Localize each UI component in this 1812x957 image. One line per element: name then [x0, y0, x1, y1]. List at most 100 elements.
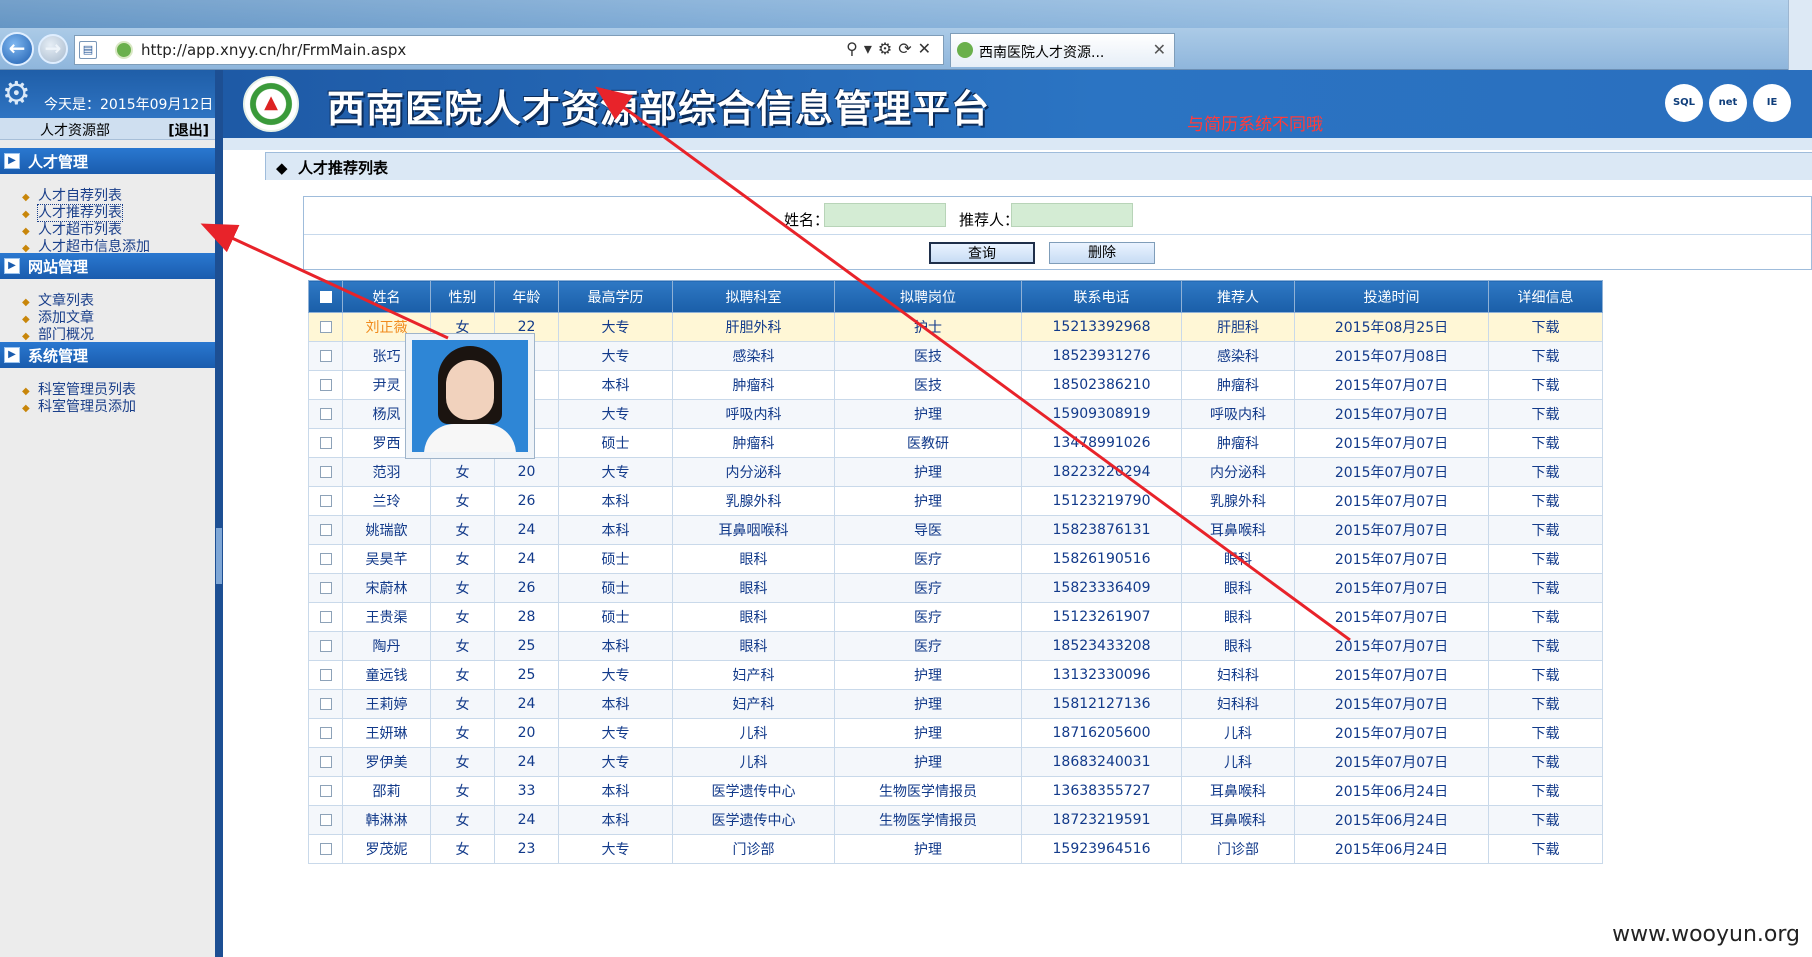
- row-checkbox[interactable]: [319, 843, 332, 855]
- cell-details[interactable]: 下载: [1488, 689, 1603, 719]
- row-select-cell[interactable]: [308, 776, 343, 806]
- window-scrollbar[interactable]: [1788, 0, 1812, 70]
- cell-details[interactable]: 下载: [1488, 776, 1603, 806]
- row-select-cell[interactable]: [308, 689, 343, 719]
- row-checkbox[interactable]: [319, 727, 332, 739]
- cell-details[interactable]: 下载: [1488, 718, 1603, 748]
- address-tools[interactable]: ⚲▾⚙⟳✕: [846, 39, 937, 58]
- cell-details[interactable]: 下载: [1488, 428, 1603, 458]
- row-checkbox[interactable]: [319, 321, 332, 333]
- row-checkbox[interactable]: [319, 611, 332, 623]
- sidebar-item-admin-add[interactable]: ◆ 科室管理员添加: [22, 396, 136, 415]
- row-checkbox[interactable]: [319, 408, 332, 420]
- row-checkbox[interactable]: [319, 785, 332, 797]
- table-row[interactable]: 宋蔚林女 26 硕士 眼科 医疗 15823336409 眼科 2015年07月07日 下载: [308, 573, 1603, 603]
- row-checkbox[interactable]: [319, 640, 332, 652]
- address-bar[interactable]: ▤ http://app.xnyy.cn/hr/FrmMain.aspx ⚲▾⚙…: [74, 35, 944, 65]
- sidebar-item-admin-list[interactable]: ◆ 科室管理员列表: [22, 379, 136, 398]
- table-row[interactable]: 兰玲女 26 本科 乳腺外科 护理 15123219790 乳腺外科 2015年07月07日下…: [308, 486, 1603, 516]
- row-checkbox[interactable]: [319, 756, 332, 768]
- row-select-cell[interactable]: [308, 544, 343, 574]
- sidebar-item-market-add[interactable]: ◆ 人才超市信息添加: [22, 236, 150, 255]
- forward-button[interactable]: →: [38, 34, 68, 64]
- row-select-cell[interactable]: [308, 834, 343, 864]
- logout-link[interactable]: [退出]: [168, 120, 209, 140]
- cell-details[interactable]: 下载: [1488, 805, 1603, 835]
- referrer-input[interactable]: [1011, 203, 1133, 227]
- row-checkbox[interactable]: [319, 466, 332, 478]
- table-row[interactable]: 韩淋淋女 24 本科 医学遗传中心 生物医学情报员 18723219591 耳鼻喉科 2015…: [308, 805, 1603, 835]
- row-checkbox[interactable]: [319, 814, 332, 826]
- cell-details[interactable]: 下载: [1488, 515, 1603, 545]
- table-row[interactable]: 姚瑞歆女 24 本科 耳鼻咽喉科 导医 15823876131 耳鼻喉科 2015年07月07…: [308, 515, 1603, 545]
- cell-details[interactable]: 下载: [1488, 341, 1603, 371]
- row-checkbox[interactable]: [319, 524, 332, 536]
- sidebar-item-recommend-list[interactable]: ◆ 人才推荐列表: [22, 202, 123, 222]
- cell-details[interactable]: 下载: [1488, 399, 1603, 429]
- cell-details[interactable]: 下载: [1488, 747, 1603, 777]
- row-checkbox[interactable]: [319, 379, 332, 391]
- table-row[interactable]: 王贵渠女 28 硕士 眼科 医疗 15123261907 眼科 2015年07月07日 下载: [308, 602, 1603, 632]
- delete-button[interactable]: 删除: [1049, 242, 1155, 264]
- row-select-cell[interactable]: [308, 370, 343, 400]
- row-select-cell[interactable]: [308, 515, 343, 545]
- table-row[interactable]: 罗茂妮女 23 大专 门诊部 护理 15923964516 门诊部 2015年06月24日 下载: [308, 834, 1603, 864]
- row-select-cell[interactable]: [308, 457, 343, 487]
- browser-tab[interactable]: 西南医院人才资源... ✕: [950, 33, 1175, 67]
- row-select-cell[interactable]: [308, 805, 343, 835]
- cell-details[interactable]: 下载: [1488, 486, 1603, 516]
- table-row[interactable]: 陶丹女 25 本科 眼科 医疗 18523433208 眼科 2015年07月07日 下载: [308, 631, 1603, 661]
- name-input[interactable]: [824, 203, 946, 227]
- table-row[interactable]: 吴昊芊女 24 硕士 眼科 医疗 15826190516 眼科 2015年07月07日 下载: [308, 544, 1603, 574]
- row-checkbox[interactable]: [319, 698, 332, 710]
- cell-details[interactable]: 下载: [1488, 573, 1603, 603]
- cell-details[interactable]: 下载: [1488, 660, 1603, 690]
- tab-close-icon[interactable]: ✕: [1153, 40, 1166, 59]
- sidebar-group-website[interactable]: ▶ 网站管理: [0, 253, 215, 279]
- sidebar-splitter[interactable]: [215, 70, 223, 957]
- row-select-cell[interactable]: [308, 602, 343, 632]
- table-row[interactable]: 范羽女 20 大专 内分泌科 护理 18223220294 内分泌科 2015年07月07日下…: [308, 457, 1603, 487]
- row-checkbox[interactable]: [319, 350, 332, 362]
- sidebar-group-system[interactable]: ▶ 系统管理: [0, 342, 215, 368]
- cell-details[interactable]: 下载: [1488, 834, 1603, 864]
- sidebar-item-market-list[interactable]: ◆ 人才超市列表: [22, 219, 122, 238]
- row-select-cell[interactable]: [308, 341, 343, 371]
- splitter-grip[interactable]: [216, 528, 222, 584]
- back-button[interactable]: ←: [0, 32, 34, 66]
- sidebar-item-article-list[interactable]: ◆ 文章列表: [22, 290, 94, 309]
- cell-details[interactable]: 下载: [1488, 370, 1603, 400]
- sidebar-item-add-article[interactable]: ◆ 添加文章: [22, 307, 94, 326]
- table-row[interactable]: 王妍琳女 20 大专 儿科 护理 18716205600 儿科 2015年07月07日 下载: [308, 718, 1603, 748]
- cell-details[interactable]: 下载: [1488, 631, 1603, 661]
- url-text[interactable]: http://app.xnyy.cn/hr/FrmMain.aspx: [141, 41, 406, 59]
- row-select-cell[interactable]: [308, 718, 343, 748]
- cell-details[interactable]: 下载: [1488, 312, 1603, 342]
- row-checkbox[interactable]: [319, 553, 332, 565]
- row-checkbox[interactable]: [319, 582, 332, 594]
- cell-details[interactable]: 下载: [1488, 544, 1603, 574]
- row-select-cell[interactable]: [308, 631, 343, 661]
- row-select-cell[interactable]: [308, 573, 343, 603]
- row-checkbox[interactable]: [319, 669, 332, 681]
- sidebar-item-self-list[interactable]: ◆ 人才自荐列表: [22, 185, 122, 204]
- table-row[interactable]: 童远钱女 25 大专 妇产科 护理 13132330096 妇科科 2015年07月07日 下载: [308, 660, 1603, 690]
- row-select-cell[interactable]: [308, 486, 343, 516]
- row-select-cell[interactable]: [308, 747, 343, 777]
- select-all-cell[interactable]: [308, 280, 343, 313]
- row-select-cell[interactable]: [308, 312, 343, 342]
- row-checkbox[interactable]: [319, 437, 332, 449]
- table-row[interactable]: 邵莉女 33 本科 医学遗传中心 生物医学情报员 13638355727 耳鼻喉科 2015年…: [308, 776, 1603, 806]
- cell-details[interactable]: 下载: [1488, 457, 1603, 487]
- row-select-cell[interactable]: [308, 399, 343, 429]
- row-select-cell[interactable]: [308, 660, 343, 690]
- row-checkbox[interactable]: [319, 495, 332, 507]
- sidebar-item-dept-overview[interactable]: ◆ 部门概况: [22, 324, 94, 343]
- table-row[interactable]: 王莉婷女 24 本科 妇产科 护理 15812127136 妇科科 2015年07月07日 下载: [308, 689, 1603, 719]
- cell-details[interactable]: 下载: [1488, 602, 1603, 632]
- row-select-cell[interactable]: [308, 428, 343, 458]
- select-all-checkbox[interactable]: [319, 290, 332, 303]
- table-row[interactable]: 罗伊美女 24 大专 儿科 护理 18683240031 儿科 2015年07月07日 下载: [308, 747, 1603, 777]
- tab-title[interactable]: 西南医院人才资源...: [979, 42, 1104, 62]
- query-button[interactable]: 查询: [929, 242, 1035, 264]
